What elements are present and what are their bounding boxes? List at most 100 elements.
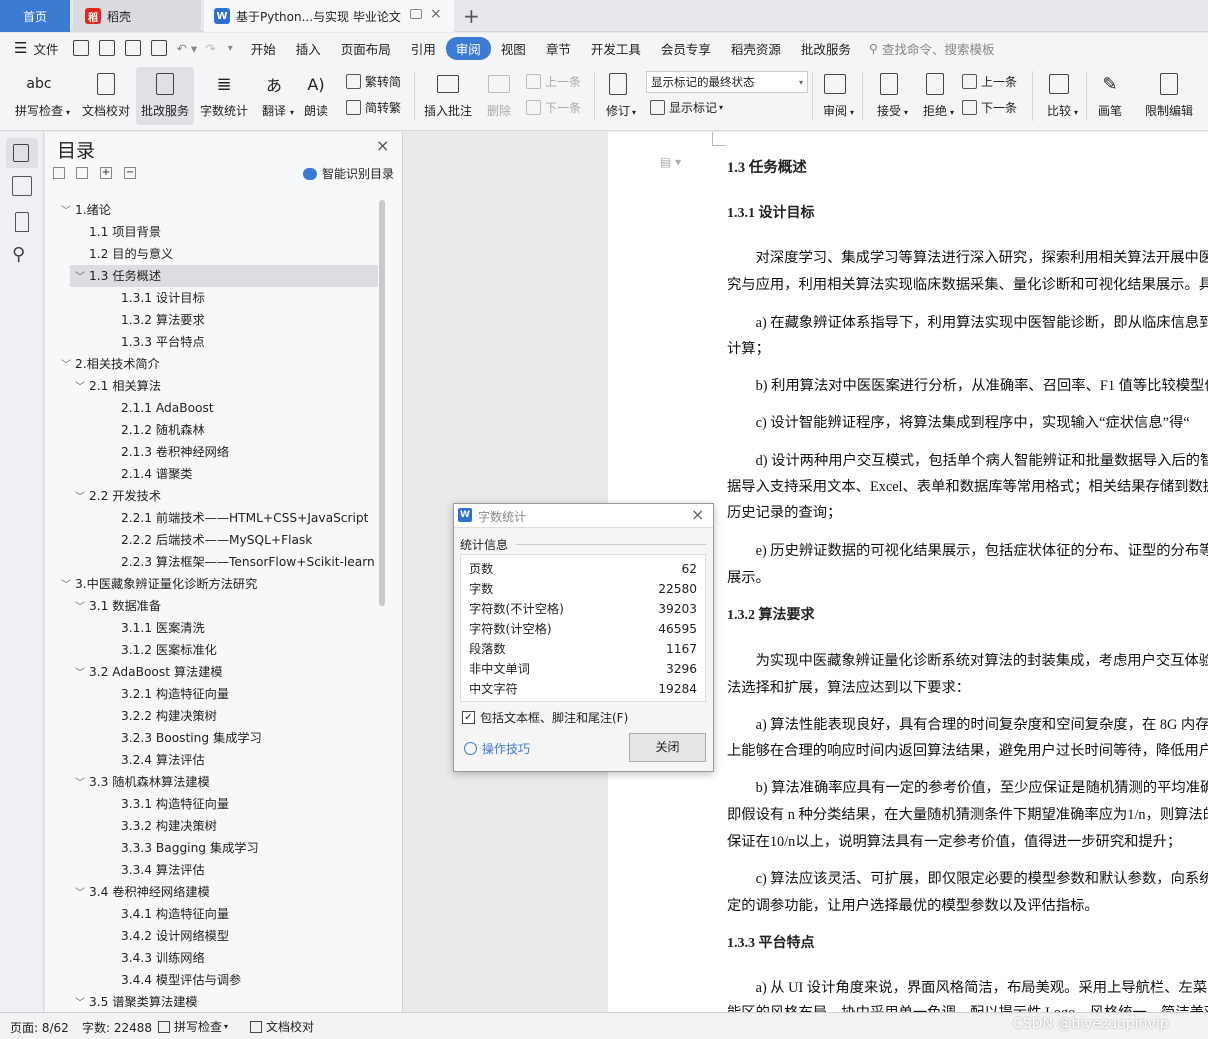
show-marks-button[interactable]: 显示标记 ▾ [650,99,723,116]
save-icon[interactable] [73,40,90,56]
menu-correction-service[interactable]: 批改服务 [791,37,861,60]
tab-monitor-icon[interactable] [410,9,422,19]
toc-item[interactable]: 3.3.3 Bagging 集成学习 [45,837,375,859]
next-comment-button[interactable]: 下一条 [526,99,581,116]
translate-button[interactable]: あ 翻译 ▾ [254,67,294,125]
menu-developer[interactable]: 开发工具 [581,37,651,60]
chevron-down-icon[interactable]: ﹀ [75,487,89,509]
toc-item[interactable]: 3.4.1 构造特征向量 [45,903,375,925]
dialog-titlebar[interactable]: W 字数统计 × [454,504,713,528]
print-icon[interactable] [125,40,142,56]
document-check-button[interactable]: 文档校对 [78,67,134,125]
toc-item[interactable]: 3.2.4 算法评估 [45,749,375,771]
chevron-down-icon[interactable]: ﹀ [75,267,89,289]
toc-item[interactable]: ﹀ 3.2 AdaBoost 算法建模 [45,661,375,683]
tab-document[interactable]: W 基于Python...与实现 毕业论文 × [204,0,454,32]
toc-item[interactable]: 3.1.1 医案清洗 [45,617,375,639]
chevron-down-icon[interactable]: ﹀ [75,377,89,399]
toc-item[interactable]: 3.3.2 构建决策树 [45,815,375,837]
chapter-nav-icon[interactable] [12,176,32,196]
toc-item[interactable]: ﹀ 3.4 卷积神经网络建模 [45,881,375,903]
reject-button[interactable]: 拒绝 ▾ [916,67,954,125]
close-panel-icon[interactable]: × [376,136,389,155]
expand-all-icon[interactable] [53,167,65,179]
toc-scrollbar[interactable] [379,200,385,606]
spell-check-button[interactable]: abc 拼写检查 ▾ [8,67,70,125]
toc-item[interactable]: ﹀ 3.5 谱聚类算法建模 [45,991,375,1013]
menu-start[interactable]: 开始 [241,37,286,60]
toc-item[interactable]: 2.1.2 随机森林 [45,419,375,441]
search-icon[interactable]: ⚲ [12,244,25,265]
toc-item[interactable]: ﹀ 2.相关技术简介 [45,353,375,375]
paragraph-menu-icon[interactable]: ▤ ▾ [660,155,681,169]
print-preview-icon[interactable] [151,40,168,56]
track-changes-button[interactable]: 修订 ▾ [600,67,636,125]
menu-page-layout[interactable]: 页面布局 [331,37,401,60]
chevron-down-icon[interactable]: ﹀ [75,883,89,905]
toc-item[interactable]: ﹀ 3.1 数据准备 [45,595,375,617]
spell-check-status[interactable]: 拼写检查 ▾ [158,1018,228,1035]
toc-item[interactable]: 1.3.3 平台特点 [45,331,375,353]
undo-icon[interactable]: ↶ ▾ [176,41,197,56]
add-heading-icon[interactable]: + [100,167,112,179]
redo-icon[interactable]: ↷ [205,41,215,56]
menu-insert[interactable]: 插入 [286,37,331,60]
page-indicator[interactable]: 页面: 8/62 [10,1019,69,1036]
toc-item[interactable]: ﹀ 1.3 任务概述 [70,265,378,287]
toc-item[interactable]: ﹀ 2.2 开发技术 [45,485,375,507]
collapse-level-icon[interactable] [76,167,88,179]
chevron-down-icon[interactable]: ﹀ [75,597,89,619]
menu-daoke-resources[interactable]: 稻壳资源 [721,37,791,60]
toc-item[interactable]: 2.1.4 谱聚类 [45,463,375,485]
chevron-down-icon[interactable]: ﹀ [61,575,75,597]
chevron-down-icon[interactable]: ﹀ [75,773,89,795]
toc-item[interactable]: 3.4.2 设计网络模型 [45,925,375,947]
next-change-button[interactable]: 下一条 [962,99,1017,116]
read-aloud-button[interactable]: A) 朗读 [298,67,334,125]
compare-button[interactable]: 比较 ▾ [1040,67,1078,125]
doc-check-status[interactable]: 文档校对 [250,1018,314,1035]
menu-member[interactable]: 会员专享 [651,37,721,60]
pen-button[interactable]: ✎ 画笔 [1094,67,1126,125]
hamburger-menu-icon[interactable]: ☰ [14,39,27,57]
tab-daoke[interactable]: 稻 稻壳 [73,0,201,32]
toc-item[interactable]: 1.3.2 算法要求 [45,309,375,331]
close-button[interactable]: 关闭 [629,733,706,762]
chevron-down-icon[interactable]: ﹀ [61,355,75,377]
toc-item[interactable]: 1.1 项目背景 [45,221,375,243]
export-pdf-icon[interactable] [99,40,116,56]
toc-item[interactable]: 3.3.4 算法评估 [45,859,375,881]
menu-review[interactable]: 审阅 [445,36,491,60]
toc-item[interactable]: 2.1.3 卷积神经网络 [45,441,375,463]
toc-item[interactable]: 2.2.1 前端技术——HTML+CSS+JavaScript [45,507,375,529]
previous-comment-button[interactable]: 上一条 [526,73,581,90]
close-dialog-icon[interactable]: × [691,505,704,524]
remove-heading-icon[interactable]: − [124,167,136,179]
word-count-button[interactable]: ≣ 字数统计 [198,67,250,125]
trad-to-simp-button[interactable]: 繁转简 [346,73,401,90]
toc-item[interactable]: 3.4.3 训练网络 [45,947,375,969]
insert-comment-button[interactable]: 插入批注 [420,67,476,125]
previous-change-button[interactable]: 上一条 [962,73,1017,90]
toc-item[interactable]: 1.3.1 设计目标 [45,287,375,309]
review-pane-button[interactable]: 审阅 ▾ [816,67,854,125]
new-tab-icon[interactable]: + [463,4,480,28]
chevron-down-icon[interactable]: ﹀ [61,201,75,223]
simp-to-trad-button[interactable]: 简转繁 [346,99,401,116]
toc-item[interactable]: ﹀ 2.1 相关算法 [45,375,375,397]
toc-item[interactable]: ﹀ 3.3 随机森林算法建模 [45,771,375,793]
close-tab-icon[interactable]: × [430,6,442,22]
chevron-down-icon[interactable]: ﹀ [75,663,89,685]
toc-view-button[interactable] [6,138,38,168]
include-textbox-checkbox[interactable]: ✓ 包括文本框、脚注和尾注(F) [462,709,628,726]
delete-comment-button[interactable]: 删除 [480,67,518,125]
command-search-input[interactable]: 查找命令、搜索模板 [882,39,995,58]
toc-item[interactable]: 3.2.2 构建决策树 [45,705,375,727]
bookmark-icon[interactable] [15,212,29,232]
toc-item[interactable]: 1.2 目的与意义 [45,243,375,265]
toc-item[interactable]: 3.3.1 构造特征向量 [45,793,375,815]
toc-item[interactable]: 3.4.4 模型评估与调参 [45,969,375,991]
display-mode-select[interactable]: 显示标记的最终状态 ▾ [646,71,808,93]
toc-item[interactable]: 2.2.3 算法框架——TensorFlow+Scikit-learn [45,551,375,573]
toc-item[interactable]: 3.1.2 医案标准化 [45,639,375,661]
